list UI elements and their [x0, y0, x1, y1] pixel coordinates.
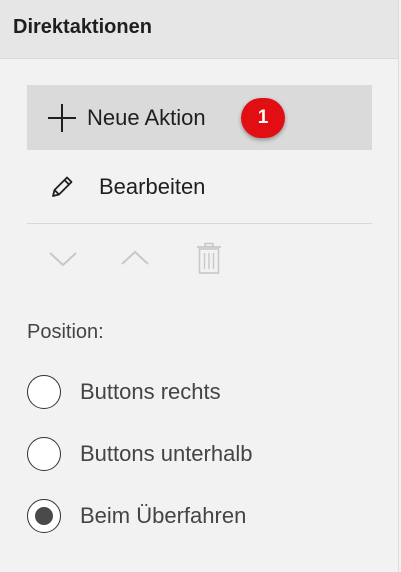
edit-label: Bearbeiten [99, 173, 206, 199]
radio-button[interactable] [27, 437, 61, 471]
trash-icon [196, 242, 222, 279]
radio-selected-dot [35, 507, 53, 525]
radio-button[interactable] [27, 375, 61, 409]
plus-icon [45, 101, 79, 135]
radio-label: Buttons rechts [80, 379, 221, 404]
move-down-button[interactable] [45, 242, 81, 278]
panel-title: Direktaktionen [13, 16, 152, 38]
radio-option-buttons-right[interactable]: Buttons rechts [27, 373, 221, 411]
chevron-down-icon [47, 248, 79, 273]
new-action-label: Neue Aktion [87, 104, 206, 130]
move-up-button[interactable] [117, 242, 153, 278]
radio-button-selected[interactable] [27, 499, 61, 533]
radio-label: Buttons unterhalb [80, 441, 253, 466]
step-badge: 1 [241, 98, 285, 138]
edit-button[interactable]: Bearbeiten [27, 154, 372, 219]
radio-option-on-hover[interactable]: Beim Überfahren [27, 497, 246, 535]
chevron-up-icon [119, 248, 151, 273]
new-action-button[interactable]: Neue Aktion [27, 85, 372, 150]
direct-actions-panel: Direktaktionen Neue Aktion 1 Bearbeiten [0, 0, 399, 572]
divider [27, 223, 372, 224]
delete-button[interactable] [191, 242, 227, 278]
pencil-icon [45, 170, 79, 204]
position-label: Position: [27, 321, 104, 343]
radio-label: Beim Überfahren [80, 503, 247, 528]
radio-option-buttons-below[interactable]: Buttons unterhalb [27, 435, 252, 473]
panel-header: Direktaktionen [0, 0, 398, 59]
